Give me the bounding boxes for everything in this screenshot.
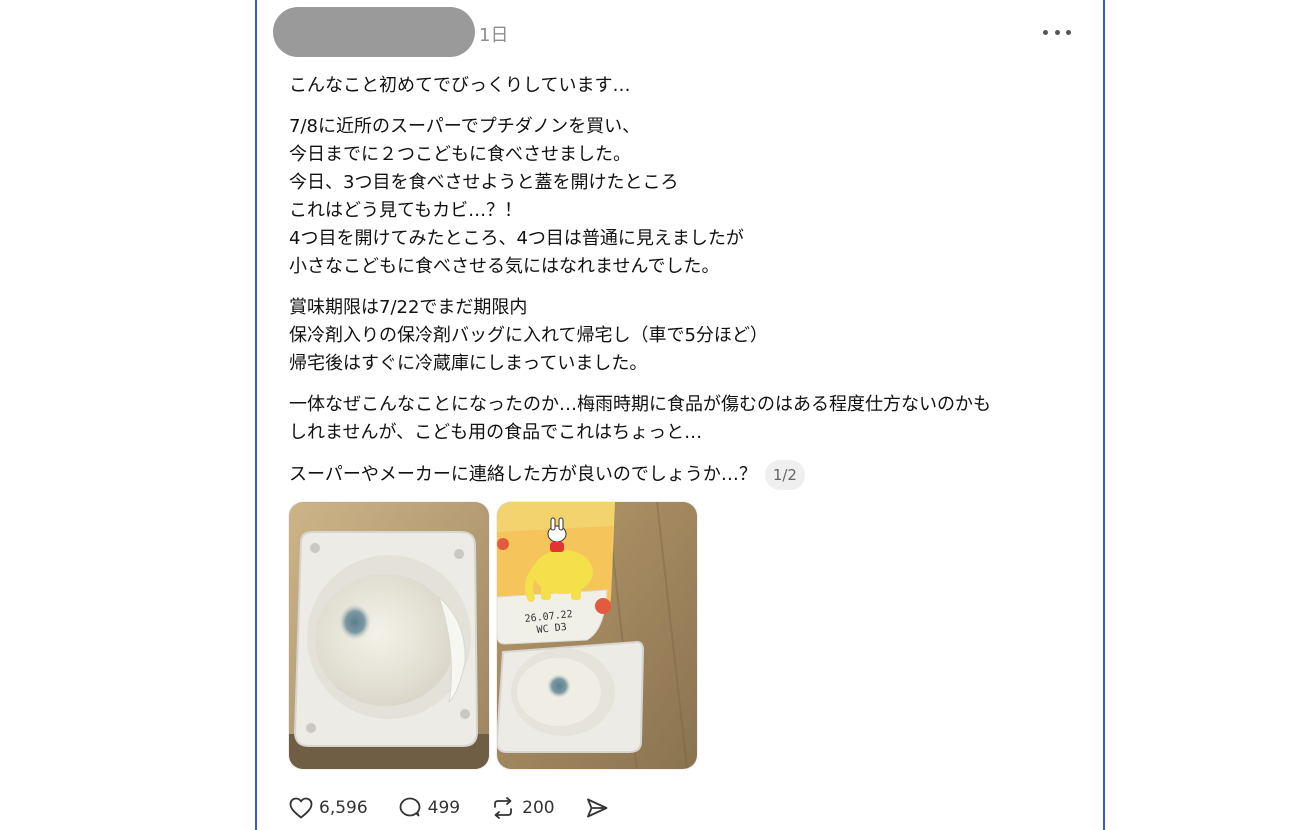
repost-count: 200 — [522, 798, 555, 818]
text-line: これはどう見てもカビ…？！ — [289, 200, 523, 221]
text-line: スーパーやメーカーに連絡した方が良いのでしょうか…？ — [289, 464, 757, 485]
paragraph: こんなこと初めてでびっくりしています… — [289, 72, 1079, 100]
paper-plane-icon — [586, 798, 607, 818]
text-line: 一体なぜこんなことになったのか…梅雨時期に食品が傷むのはある程度仕方ないのかも — [289, 394, 991, 415]
text-line: 4つ目を開けてみたところ、4つ目は普通に見えましたが — [289, 228, 744, 249]
text-line: 帰宅後はすぐに冷蔵庫にしまっていました。 — [289, 353, 648, 374]
paragraph: 7/8に近所のスーパーでプチダノンを買い、 今日までに２つこどもに食べさせました… — [289, 113, 1079, 281]
post-header: 1日 — [273, 7, 1079, 57]
post-body: こんなこと初めてでびっくりしています… 7/8に近所のスーパーでプチダノンを買い… — [289, 72, 1079, 490]
yogurt-cup-photo — [289, 502, 489, 769]
text-line: 賞味期限は7/22でまだ期限内 — [289, 297, 528, 318]
page-indicator-badge: 1/2 — [764, 460, 805, 490]
heart-icon — [289, 797, 313, 819]
action-bar: 6,596 499 200 — [289, 792, 639, 824]
reply-button[interactable]: 499 — [398, 796, 460, 820]
more-dots-icon — [1043, 29, 1048, 35]
text-line: 保冷剤入りの保冷剤バッグに入れて帰宅し（車で5分ほど） — [289, 325, 768, 346]
share-button[interactable] — [585, 796, 609, 820]
image-carousel: 26.07.22 WC D3 — [289, 502, 697, 769]
more-dot — [1054, 29, 1060, 35]
text-line: 今日、3つ目を食べさせようと蓋を開けたところ — [289, 172, 679, 193]
speech-bubble-icon — [399, 797, 421, 817]
redacted-username[interactable] — [273, 7, 475, 57]
text-line: しれませんが、こども用の食品でこれはちょっと… — [289, 422, 703, 443]
like-button[interactable]: 6,596 — [289, 797, 368, 819]
repost-arrows-icon — [494, 797, 513, 819]
yogurt-lid-photo: 26.07.22 WC D3 — [497, 502, 697, 769]
question-line: スーパーやメーカーに連絡した方が良いのでしょうか…？ 1/2 — [289, 460, 1079, 490]
paragraph: 一体なぜこんなことになったのか…梅雨時期に食品が傷むのはある程度仕方ないのかも … — [289, 391, 1079, 447]
repost-button[interactable]: 200 — [490, 796, 555, 820]
like-count: 6,596 — [319, 798, 368, 818]
text-line: 今日までに２つこどもに食べさせました。 — [289, 144, 631, 165]
more-dot — [1066, 29, 1071, 35]
reply-count: 499 — [427, 798, 461, 818]
paragraph: 賞味期限は7/22でまだ期限内 保冷剤入りの保冷剤バッグに入れて帰宅し（車で5分… — [289, 294, 1079, 378]
post-image-2[interactable]: 26.07.22 WC D3 — [497, 502, 697, 769]
text-line: 小さなこどもに食べさせる気にはなれませんでした。 — [289, 256, 720, 277]
post-card: 1日 こんなこと初めてでびっくりしています… 7/8に近所のスーパーでプチダノン… — [255, 0, 1105, 830]
post-timestamp[interactable]: 1日 — [479, 21, 508, 47]
more-options-button[interactable] — [1043, 21, 1071, 43]
text-line: こんなこと初めてでびっくりしています… — [289, 75, 631, 96]
post-image-1[interactable] — [289, 502, 489, 769]
text-line: 7/8に近所のスーパーでプチダノンを買い、 — [289, 116, 641, 137]
